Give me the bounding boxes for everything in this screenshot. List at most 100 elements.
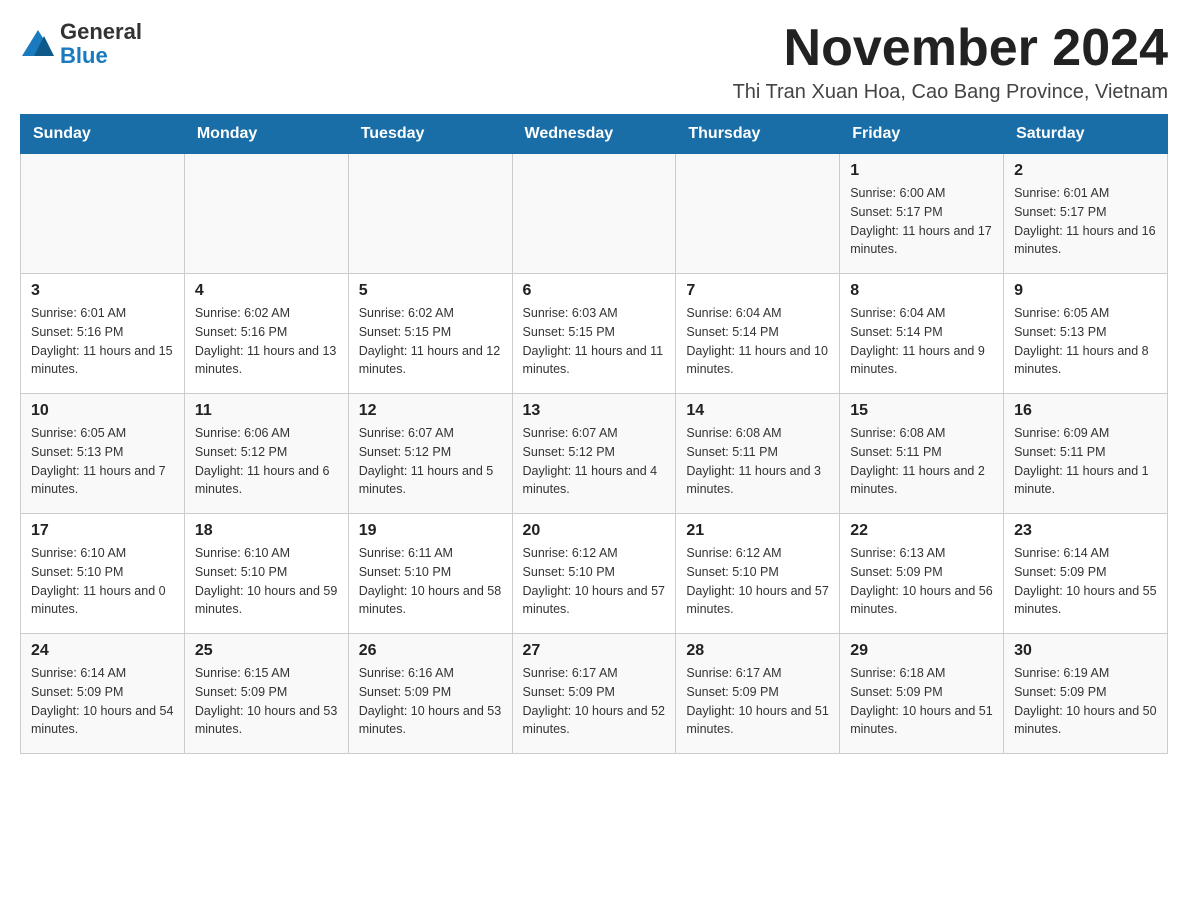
calendar-day-cell: 27 Sunrise: 6:17 AMSunset: 5:09 PMDayligh… — [512, 634, 676, 754]
day-info: Sunrise: 6:00 AMSunset: 5:17 PMDaylight:… — [850, 184, 993, 259]
calendar-day-cell: 21 Sunrise: 6:12 AMSunset: 5:10 PMDayligh… — [676, 514, 840, 634]
day-info: Sunrise: 6:17 AMSunset: 5:09 PMDaylight:… — [686, 664, 829, 739]
day-info: Sunrise: 6:14 AMSunset: 5:09 PMDaylight:… — [1014, 544, 1157, 619]
day-number: 7 — [686, 282, 829, 300]
day-number: 28 — [686, 642, 829, 660]
day-number: 29 — [850, 642, 993, 660]
calendar-day-cell: 15 Sunrise: 6:08 AMSunset: 5:11 PMDayligh… — [840, 394, 1004, 514]
day-number: 24 — [31, 642, 174, 660]
calendar-day-cell: 10 Sunrise: 6:05 AMSunset: 5:13 PMDayligh… — [21, 394, 185, 514]
day-info: Sunrise: 6:14 AMSunset: 5:09 PMDaylight:… — [31, 664, 174, 739]
day-info: Sunrise: 6:08 AMSunset: 5:11 PMDaylight:… — [686, 424, 829, 499]
day-number: 19 — [359, 522, 502, 540]
day-number: 21 — [686, 522, 829, 540]
day-number: 11 — [195, 402, 338, 420]
calendar-day-cell: 22 Sunrise: 6:13 AMSunset: 5:09 PMDayligh… — [840, 514, 1004, 634]
day-info: Sunrise: 6:02 AMSunset: 5:16 PMDaylight:… — [195, 304, 338, 379]
day-number: 18 — [195, 522, 338, 540]
calendar-day-cell: 11 Sunrise: 6:06 AMSunset: 5:12 PMDayligh… — [184, 394, 348, 514]
day-info: Sunrise: 6:12 AMSunset: 5:10 PMDaylight:… — [523, 544, 666, 619]
calendar-day-cell: 13Sunrise: 6:07 AMSunset: 5:12 PMDayligh… — [512, 394, 676, 514]
day-info: Sunrise: 6:01 AMSunset: 5:16 PMDaylight:… — [31, 304, 174, 379]
day-number: 22 — [850, 522, 993, 540]
calendar-day-cell: 2Sunrise: 6:01 AMSunset: 5:17 PMDaylight… — [1004, 154, 1168, 274]
calendar-week-row: 3Sunrise: 6:01 AMSunset: 5:16 PMDaylight… — [21, 274, 1168, 394]
day-info: Sunrise: 6:12 AMSunset: 5:10 PMDaylight:… — [686, 544, 829, 619]
day-number: 23 — [1014, 522, 1157, 540]
logo-blue-text: Blue — [60, 44, 142, 68]
calendar-day-cell: 23 Sunrise: 6:14 AMSunset: 5:09 PMDayligh… — [1004, 514, 1168, 634]
calendar-day-header: Thursday — [676, 115, 840, 154]
day-info: Sunrise: 6:10 AMSunset: 5:10 PMDaylight:… — [195, 544, 338, 619]
calendar-day-cell: 3Sunrise: 6:01 AMSunset: 5:16 PMDaylight… — [21, 274, 185, 394]
day-info: Sunrise: 6:07 AMSunset: 5:12 PMDaylight:… — [359, 424, 502, 499]
calendar-day-cell: 5 Sunrise: 6:02 AMSunset: 5:15 PMDaylight… — [348, 274, 512, 394]
calendar-day-cell: 12 Sunrise: 6:07 AMSunset: 5:12 PMDayligh… — [348, 394, 512, 514]
day-info: Sunrise: 6:19 AMSunset: 5:09 PMDaylight:… — [1014, 664, 1157, 739]
day-number: 9 — [1014, 282, 1157, 300]
day-info: Sunrise: 6:10 AMSunset: 5:10 PMDaylight:… — [31, 544, 174, 619]
day-info: Sunrise: 6:17 AMSunset: 5:09 PMDaylight:… — [523, 664, 666, 739]
day-number: 8 — [850, 282, 993, 300]
logo: General Blue — [20, 20, 142, 68]
day-info: Sunrise: 6:08 AMSunset: 5:11 PMDaylight:… — [850, 424, 993, 499]
calendar-day-cell: 1 Sunrise: 6:00 AMSunset: 5:17 PMDaylight… — [840, 154, 1004, 274]
day-info: Sunrise: 6:15 AMSunset: 5:09 PMDaylight:… — [195, 664, 338, 739]
calendar-day-cell: 25 Sunrise: 6:15 AMSunset: 5:09 PMDayligh… — [184, 634, 348, 754]
day-number: 25 — [195, 642, 338, 660]
calendar-day-cell: 17 Sunrise: 6:10 AMSunset: 5:10 PMDayligh… — [21, 514, 185, 634]
day-number: 16 — [1014, 402, 1157, 420]
calendar-day-cell: 29 Sunrise: 6:18 AMSunset: 5:09 PMDayligh… — [840, 634, 1004, 754]
calendar-day-cell: 4 Sunrise: 6:02 AMSunset: 5:16 PMDaylight… — [184, 274, 348, 394]
day-info: Sunrise: 6:11 AMSunset: 5:10 PMDaylight:… — [359, 544, 502, 619]
day-info: Sunrise: 6:02 AMSunset: 5:15 PMDaylight:… — [359, 304, 502, 379]
day-number: 6 — [523, 282, 666, 300]
calendar-empty-cell — [676, 154, 840, 274]
calendar-day-cell: 24 Sunrise: 6:14 AMSunset: 5:09 PMDayligh… — [21, 634, 185, 754]
day-info: Sunrise: 6:18 AMSunset: 5:09 PMDaylight:… — [850, 664, 993, 739]
calendar-day-header: Friday — [840, 115, 1004, 154]
logo-triangle-icon — [20, 26, 56, 62]
day-number: 10 — [31, 402, 174, 420]
calendar-day-cell: 30Sunrise: 6:19 AMSunset: 5:09 PMDayligh… — [1004, 634, 1168, 754]
day-info: Sunrise: 6:13 AMSunset: 5:09 PMDaylight:… — [850, 544, 993, 619]
day-info: Sunrise: 6:06 AMSunset: 5:12 PMDaylight:… — [195, 424, 338, 499]
calendar-week-row: 10 Sunrise: 6:05 AMSunset: 5:13 PMDayligh… — [21, 394, 1168, 514]
calendar-week-row: 17 Sunrise: 6:10 AMSunset: 5:10 PMDayligh… — [21, 514, 1168, 634]
title-area: November 2024 Thi Tran Xuan Hoa, Cao Ban… — [733, 20, 1168, 104]
day-number: 1 — [850, 162, 993, 180]
day-number: 26 — [359, 642, 502, 660]
day-number: 14 — [686, 402, 829, 420]
day-info: Sunrise: 6:05 AMSunset: 5:13 PMDaylight:… — [1014, 304, 1157, 379]
month-title: November 2024 — [733, 20, 1168, 77]
calendar-header-row: SundayMondayTuesdayWednesdayThursdayFrid… — [21, 115, 1168, 154]
calendar-empty-cell — [21, 154, 185, 274]
day-info: Sunrise: 6:03 AMSunset: 5:15 PMDaylight:… — [523, 304, 666, 379]
day-number: 12 — [359, 402, 502, 420]
day-number: 5 — [359, 282, 502, 300]
calendar-day-cell: 28 Sunrise: 6:17 AMSunset: 5:09 PMDayligh… — [676, 634, 840, 754]
calendar-day-header: Monday — [184, 115, 348, 154]
day-number: 17 — [31, 522, 174, 540]
location-subtitle: Thi Tran Xuan Hoa, Cao Bang Province, Vi… — [733, 81, 1168, 104]
calendar-day-cell: 20 Sunrise: 6:12 AMSunset: 5:10 PMDayligh… — [512, 514, 676, 634]
day-number: 27 — [523, 642, 666, 660]
page-header: General Blue November 2024 Thi Tran Xuan… — [20, 20, 1168, 104]
calendar-day-cell: 19 Sunrise: 6:11 AMSunset: 5:10 PMDayligh… — [348, 514, 512, 634]
calendar-day-cell: 16 Sunrise: 6:09 AMSunset: 5:11 PMDayligh… — [1004, 394, 1168, 514]
day-info: Sunrise: 6:01 AMSunset: 5:17 PMDaylight:… — [1014, 184, 1157, 259]
day-number: 20 — [523, 522, 666, 540]
calendar-day-header: Saturday — [1004, 115, 1168, 154]
calendar-table: SundayMondayTuesdayWednesdayThursdayFrid… — [20, 114, 1168, 754]
day-info: Sunrise: 6:05 AMSunset: 5:13 PMDaylight:… — [31, 424, 174, 499]
calendar-empty-cell — [184, 154, 348, 274]
logo-general-text: General — [60, 20, 142, 44]
day-number: 4 — [195, 282, 338, 300]
day-info: Sunrise: 6:04 AMSunset: 5:14 PMDaylight:… — [850, 304, 993, 379]
day-info: Sunrise: 6:09 AMSunset: 5:11 PMDaylight:… — [1014, 424, 1157, 499]
calendar-day-cell: 7Sunrise: 6:04 AMSunset: 5:14 PMDaylight… — [676, 274, 840, 394]
calendar-day-header: Tuesday — [348, 115, 512, 154]
calendar-day-cell: 14 Sunrise: 6:08 AMSunset: 5:11 PMDayligh… — [676, 394, 840, 514]
day-number: 15 — [850, 402, 993, 420]
calendar-empty-cell — [348, 154, 512, 274]
